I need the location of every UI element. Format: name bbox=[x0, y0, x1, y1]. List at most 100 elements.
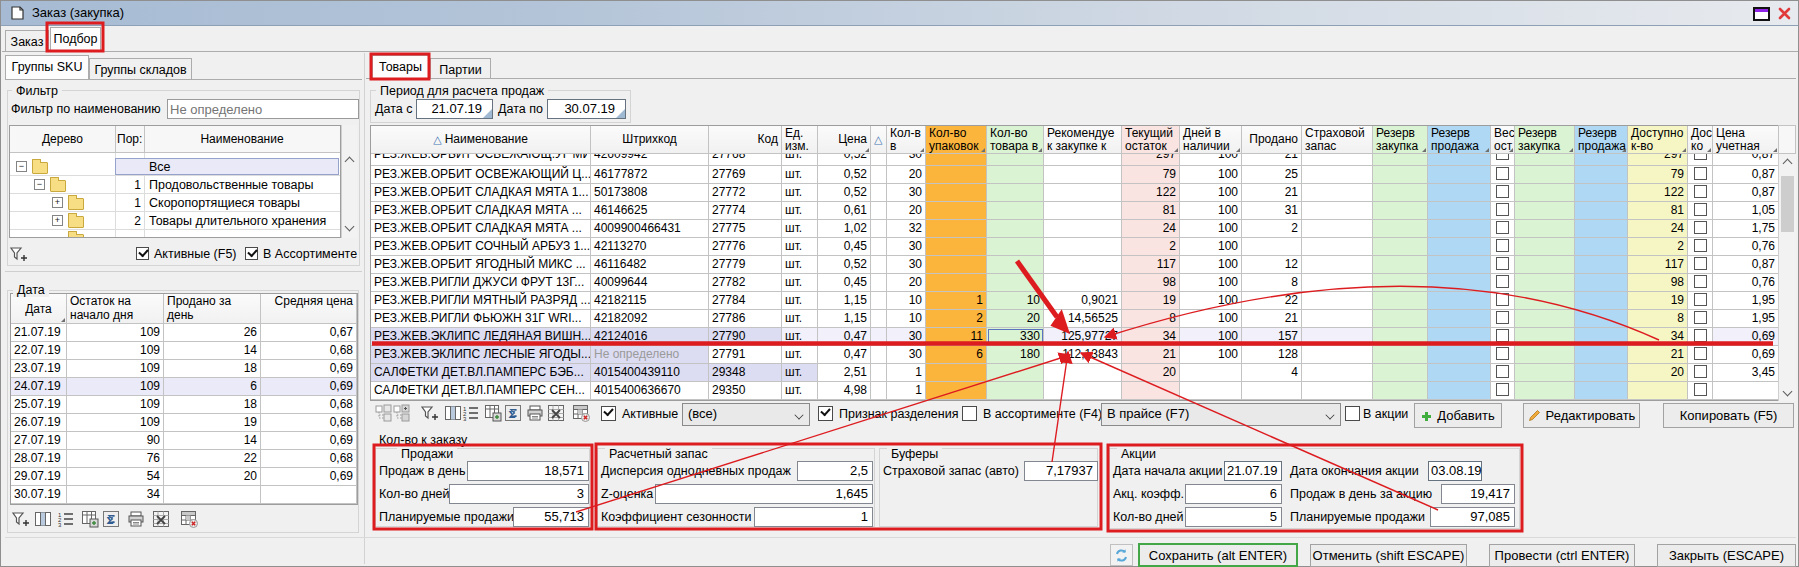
row-checkbox[interactable] bbox=[1694, 185, 1707, 198]
table-remove-icon[interactable] bbox=[180, 510, 198, 528]
refresh-button[interactable] bbox=[1110, 544, 1133, 566]
date-col-header[interactable]: Дата bbox=[11, 294, 67, 324]
date-row[interactable]: 25.07.19109180,68 bbox=[11, 396, 357, 414]
filter-plus-icon[interactable] bbox=[420, 404, 438, 422]
products-col-header[interactable]: Дней вналичии bbox=[1180, 126, 1242, 154]
products-col-header[interactable]: Кол-воупаковок bbox=[926, 126, 987, 154]
row-checkbox[interactable] bbox=[1694, 383, 1707, 396]
row-checkbox[interactable] bbox=[1496, 293, 1509, 306]
active-checkbox[interactable] bbox=[601, 406, 616, 421]
row-checkbox[interactable] bbox=[1694, 275, 1707, 288]
products-row[interactable]: РЕЗ.ЖЕВ.РИГЛИ МЯТНЫЙ РАЗРЯД ...421821152… bbox=[371, 292, 1779, 310]
promo-checkbox[interactable] bbox=[1345, 406, 1360, 421]
razdel-checkbox[interactable] bbox=[818, 406, 833, 421]
field-input[interactable]: 7,17937 bbox=[1024, 461, 1098, 481]
left-splitter[interactable] bbox=[5, 271, 362, 272]
products-col-header[interactable]: Код bbox=[709, 126, 782, 154]
row-checkbox[interactable] bbox=[1694, 293, 1707, 306]
filter-plus-icon[interactable] bbox=[11, 510, 29, 528]
price-select[interactable]: В прайсе (F7) bbox=[1101, 403, 1341, 426]
products-col-header[interactable]: Цена bbox=[818, 126, 871, 154]
calc-table-icon[interactable] bbox=[81, 510, 99, 528]
products-row[interactable]: РЕЗ.ЖЕВ.ОРБИТ СЛАДКАЯ МЯТА 1...501738082… bbox=[371, 184, 1779, 202]
field-input[interactable]: 21.07.19 bbox=[1224, 461, 1282, 481]
field-input[interactable]: 6 bbox=[1185, 484, 1282, 504]
row-checkbox[interactable] bbox=[1496, 365, 1509, 378]
tab-podbor[interactable]: Подбор bbox=[50, 27, 101, 52]
filter-by-name-input[interactable] bbox=[167, 99, 359, 119]
products-col-header[interactable]: Резервпродажа bbox=[1575, 126, 1628, 154]
add-button[interactable]: Добавить bbox=[1414, 403, 1502, 428]
products-row[interactable]: РЕЗ.ЖЕВ.РИГЛИ ФЬЮЖН 31Г WRI...4218209227… bbox=[371, 310, 1779, 328]
row-checkbox[interactable] bbox=[1496, 257, 1509, 270]
tab-warehouse-groups[interactable]: Группы складов bbox=[89, 58, 192, 79]
tree-row[interactable]: −Все bbox=[10, 158, 340, 176]
edit-button[interactable]: Редактировать bbox=[1523, 403, 1640, 428]
field-input[interactable]: 1,645 bbox=[655, 484, 873, 504]
assortment-checkbox[interactable] bbox=[245, 247, 258, 260]
save-button[interactable]: Сохранить (alt ENTER) bbox=[1138, 543, 1298, 567]
products-col-header[interactable]: △Наименование bbox=[371, 126, 591, 154]
products-row[interactable]: РЕЗ.ЖЕВ.ЭКЛИПС ЛЕСНЫЕ ЯГОДЫ...Не определ… bbox=[371, 346, 1779, 364]
products-col-header[interactable]: Резервпродажа bbox=[1428, 126, 1491, 154]
products-col-header[interactable]: Весост bbox=[1491, 126, 1515, 154]
date-row[interactable]: 23.07.19109180,69 bbox=[11, 360, 357, 378]
calc-table-icon[interactable] bbox=[484, 404, 502, 422]
tree-expand-icon[interactable] bbox=[393, 404, 411, 422]
products-row[interactable]: РЕЗ.ЖЕВ.ЭКЛИПС ЛЕДЯНАЯ ВИШН...4212401627… bbox=[371, 328, 1779, 346]
close-button[interactable]: Закрыть (ESCAPE) bbox=[1657, 544, 1796, 567]
products-row[interactable]: САЛФЕТКИ ДЕТ.ВЛ.ПАМПЕРС БЭБ...4015400439… bbox=[371, 364, 1779, 382]
table-remove-icon[interactable] bbox=[572, 404, 590, 422]
assort-f4-checkbox[interactable] bbox=[962, 406, 977, 421]
row-checkbox[interactable] bbox=[1694, 154, 1707, 160]
products-col-header[interactable]: △ bbox=[871, 126, 887, 154]
row-checkbox[interactable] bbox=[1496, 329, 1509, 342]
tree-collapse-icon[interactable] bbox=[375, 404, 393, 422]
active-f5-checkbox[interactable] bbox=[136, 247, 149, 260]
row-checkbox[interactable] bbox=[1694, 257, 1707, 270]
row-checkbox[interactable] bbox=[1496, 275, 1509, 288]
row-checkbox[interactable] bbox=[1694, 311, 1707, 324]
products-col-header[interactable]: Доско bbox=[1688, 126, 1713, 154]
products-col-header[interactable]: Ед.изм. bbox=[782, 126, 818, 154]
row-checkbox[interactable] bbox=[1496, 311, 1509, 324]
row-checkbox[interactable] bbox=[1694, 167, 1707, 180]
date-row[interactable]: 21.07.19109260,67 bbox=[11, 324, 357, 342]
date-from-picker-icon[interactable] bbox=[483, 109, 492, 118]
row-checkbox[interactable] bbox=[1694, 347, 1707, 360]
date-row[interactable]: 29.07.1954200,69 bbox=[11, 468, 357, 486]
field-input[interactable]: 97,085 bbox=[1430, 507, 1515, 527]
products-row[interactable]: РЕЗ.ЖЕВ.ОРБИТ ЯГОДНЫЙ МИКС ...4611648227… bbox=[371, 256, 1779, 274]
tab-tovary[interactable]: Товары bbox=[372, 55, 429, 78]
products-row[interactable]: РЕЗ.ЖЕВ.ОРБИТ ОСВЕЖАЮЩИЙ Ц...46177872277… bbox=[371, 166, 1779, 184]
date-from-input[interactable]: 21.07.19 bbox=[416, 99, 493, 119]
field-input[interactable]: 5 bbox=[1185, 507, 1282, 527]
cancel-button[interactable]: Отменить (shift ESCAPE) bbox=[1310, 544, 1467, 567]
collapse-icon[interactable]: − bbox=[34, 179, 45, 190]
row-checkbox[interactable] bbox=[1496, 221, 1509, 234]
products-row[interactable]: САЛФЕТКИ ДЕТ.ВЛ.ПАМПЕРС СЕН...4015400636… bbox=[371, 382, 1779, 400]
field-input[interactable]: 03.08.19 bbox=[1428, 461, 1482, 481]
products-col-header[interactable]: Штрихкод bbox=[591, 126, 709, 154]
products-col-header[interactable]: Страховойзапас bbox=[1302, 126, 1373, 154]
numbered-list-icon[interactable]: 123 bbox=[57, 510, 75, 528]
date-row[interactable]: 30.07.1934 bbox=[11, 486, 357, 504]
row-checkbox[interactable] bbox=[1694, 239, 1707, 252]
row-checkbox[interactable] bbox=[1496, 347, 1509, 360]
row-checkbox[interactable] bbox=[1496, 154, 1509, 160]
row-checkbox[interactable] bbox=[1496, 203, 1509, 216]
maximize-icon[interactable] bbox=[1753, 7, 1770, 21]
products-col-header[interactable]: Резервзакупка bbox=[1515, 126, 1575, 154]
products-col-header[interactable]: Рекомендуек закупке к bbox=[1044, 126, 1122, 154]
products-row[interactable]: РЕЗ.ЖЕВ.ОРБИТ ОСВЕЖАЮЩ.УГ МИ...426099422… bbox=[371, 154, 1779, 166]
all-select[interactable]: (все) bbox=[682, 403, 810, 426]
products-col-header[interactable]: Доступнок-во bbox=[1628, 126, 1688, 154]
products-scroll-up-icon[interactable] bbox=[1784, 158, 1792, 166]
field-input[interactable]: 3 bbox=[449, 484, 589, 504]
columns-icon[interactable] bbox=[34, 510, 52, 528]
field-input[interactable]: 18,571 bbox=[467, 461, 589, 481]
products-scroll-down-icon[interactable] bbox=[1784, 388, 1792, 396]
products-row[interactable]: РЕЗ.ЖЕВ.РИГЛИ ДЖУСИ ФРУТ 13Г...400996442… bbox=[371, 274, 1779, 292]
date-col-header[interactable]: Средняя цена bbox=[261, 294, 357, 324]
date-to-input[interactable]: 30.07.19 bbox=[547, 99, 626, 119]
